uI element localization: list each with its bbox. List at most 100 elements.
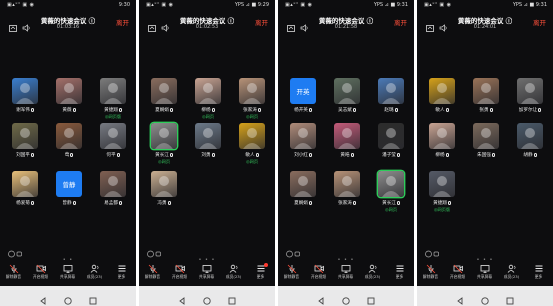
participant-video-tile[interactable] bbox=[12, 171, 38, 197]
participant-video-tile[interactable] bbox=[517, 78, 543, 104]
meeting-toolbar: 解除静音 开启视频 共享屏幕 成员(23) 更多 bbox=[278, 262, 414, 284]
back-button[interactable] bbox=[455, 291, 465, 305]
participant-video-tile[interactable] bbox=[100, 123, 126, 149]
participant-video-tile[interactable] bbox=[473, 78, 499, 104]
home-button[interactable] bbox=[480, 291, 490, 305]
reaction-chat-buttons[interactable] bbox=[286, 243, 300, 258]
back-button[interactable] bbox=[177, 291, 187, 305]
participant-video-tile[interactable] bbox=[334, 123, 360, 149]
participant-video-tile[interactable] bbox=[378, 171, 404, 197]
home-icon bbox=[342, 297, 350, 305]
leave-button[interactable]: 离开 bbox=[116, 17, 129, 27]
participant-name-text: 夏娴娟 bbox=[294, 201, 308, 206]
toolbar-label: 解除静音 bbox=[144, 274, 161, 279]
participant-name: 黄捷翔 bbox=[425, 200, 459, 206]
home-button[interactable] bbox=[202, 291, 212, 305]
participant-video-tile[interactable] bbox=[151, 123, 177, 149]
participant-video-tile[interactable] bbox=[239, 78, 265, 104]
participant-video-tile[interactable] bbox=[151, 171, 177, 197]
participant-name-text: 赵璐 bbox=[384, 108, 394, 113]
leave-button[interactable]: 离开 bbox=[255, 17, 268, 27]
mic-muted-icon bbox=[396, 200, 400, 205]
toolbar-members-button[interactable]: 成员(23) bbox=[359, 262, 386, 280]
participant-video-tile[interactable] bbox=[378, 123, 404, 149]
recents-icon bbox=[367, 297, 375, 305]
reaction-chat-buttons[interactable] bbox=[8, 243, 22, 258]
recents-button[interactable] bbox=[227, 291, 237, 305]
toolbar-members-button[interactable]: 成员(23) bbox=[498, 262, 525, 280]
mic-muted-icon bbox=[445, 107, 449, 112]
participant-video-tile[interactable] bbox=[334, 78, 360, 104]
mic-muted-icon bbox=[211, 107, 215, 112]
toolbar-label: 解除静音 bbox=[5, 274, 22, 279]
participant-video-tile[interactable] bbox=[378, 78, 404, 104]
toolbar-more-button[interactable]: 更多 bbox=[108, 262, 135, 280]
more-icon bbox=[535, 265, 542, 272]
participant-video-tile[interactable] bbox=[290, 123, 316, 149]
status-icons-right: YPS ⊿ ■ 9:31 bbox=[512, 2, 547, 8]
participant-name-text: 敏人 bbox=[245, 153, 255, 158]
participant-video-tile[interactable] bbox=[429, 171, 455, 197]
leave-button[interactable]: 离开 bbox=[533, 17, 546, 27]
participant-video-tile[interactable] bbox=[12, 123, 38, 149]
toolbar-label: 开启视频 bbox=[32, 274, 49, 279]
toolbar-mic-off-button[interactable]: 解除静音 bbox=[0, 262, 27, 280]
participant-video-tile[interactable] bbox=[56, 123, 82, 149]
participant-video-tile[interactable] bbox=[151, 78, 177, 104]
home-button[interactable] bbox=[63, 291, 73, 305]
toolbar-share-screen-button[interactable]: 共享屏幕 bbox=[332, 262, 359, 280]
participant-video-tile[interactable] bbox=[12, 78, 38, 104]
participant-video-tile[interactable] bbox=[290, 171, 316, 197]
participant-video-tile[interactable] bbox=[195, 123, 221, 149]
toolbar-more-button[interactable]: 更多 bbox=[247, 262, 274, 280]
reaction-chat-buttons[interactable] bbox=[147, 243, 161, 258]
back-icon bbox=[318, 297, 324, 305]
participant-video-tile[interactable] bbox=[429, 123, 455, 149]
toolbar-mic-off-button[interactable]: 解除静音 bbox=[278, 262, 305, 280]
toolbar-more-button[interactable]: 更多 bbox=[386, 262, 413, 280]
back-button[interactable] bbox=[38, 291, 48, 305]
toolbar-video-off-button[interactable]: 开启视频 bbox=[305, 262, 332, 280]
participant-video-tile[interactable] bbox=[100, 78, 126, 104]
toolbar-video-off-button[interactable]: 开启视频 bbox=[166, 262, 193, 280]
participant-video-tile[interactable] bbox=[473, 123, 499, 149]
reaction-chat-buttons[interactable] bbox=[425, 243, 439, 258]
participant-video-tile[interactable] bbox=[56, 78, 82, 104]
recents-button[interactable] bbox=[88, 291, 98, 305]
home-button[interactable] bbox=[341, 291, 351, 305]
mic-muted-icon bbox=[70, 152, 74, 157]
video-off-icon bbox=[314, 264, 324, 273]
meeting-panel-1: ▣▴ˢˡˡ ▣ ◉ 9:30 黄薇的快速会议 ⓘ 01:03:16 离开 谢军伟 黄薇 黄捷翔… bbox=[0, 0, 136, 306]
back-button[interactable] bbox=[316, 291, 326, 305]
recents-button[interactable] bbox=[505, 291, 515, 305]
mic-muted-icon bbox=[116, 152, 120, 157]
toolbar-mic-off-button[interactable]: 解除静音 bbox=[417, 262, 444, 280]
participant-video-tile[interactable] bbox=[239, 123, 265, 149]
participant-name: 朱国强 bbox=[469, 152, 503, 158]
participant-video-tile[interactable] bbox=[334, 171, 360, 197]
participant-name: 刘勇 bbox=[191, 152, 225, 158]
toolbar-more-button[interactable]: 更多 bbox=[525, 262, 552, 280]
leave-button[interactable]: 离开 bbox=[394, 17, 407, 27]
participant-name: 柳杨 bbox=[191, 107, 225, 113]
toolbar-share-screen-button[interactable]: 共享屏幕 bbox=[54, 262, 81, 280]
meeting-header: 黄薇的快速会议 ⓘ 01:21:58 离开 bbox=[278, 13, 414, 39]
recents-button[interactable] bbox=[366, 291, 376, 305]
mic-muted-icon bbox=[30, 107, 34, 112]
participant-video-tile[interactable]: 曾静 bbox=[56, 171, 82, 197]
toolbar-label: 成员(23) bbox=[364, 274, 381, 279]
toolbar-mic-off-button[interactable]: 解除静音 bbox=[139, 262, 166, 280]
status-icons-left: ▣▴ˢˡˡ ▣ ◉ bbox=[285, 2, 313, 8]
participant-video-tile[interactable] bbox=[100, 171, 126, 197]
toolbar-video-off-button[interactable]: 开启视频 bbox=[27, 262, 54, 280]
participant-video-tile[interactable] bbox=[195, 78, 221, 104]
toolbar-share-screen-button[interactable]: 共享屏幕 bbox=[471, 262, 498, 280]
toolbar-members-button[interactable]: 成员(23) bbox=[81, 262, 108, 280]
participant-video-tile[interactable] bbox=[429, 78, 455, 104]
toolbar-share-screen-button[interactable]: 共享屏幕 bbox=[193, 262, 220, 280]
toolbar-video-off-button[interactable]: 开启视频 bbox=[444, 262, 471, 280]
participant-video-tile[interactable]: 开英 bbox=[290, 78, 316, 104]
toolbar-members-button[interactable]: 成员(23) bbox=[220, 262, 247, 280]
participant-name: 加罗尔让 bbox=[513, 107, 547, 113]
participant-video-tile[interactable] bbox=[517, 123, 543, 149]
